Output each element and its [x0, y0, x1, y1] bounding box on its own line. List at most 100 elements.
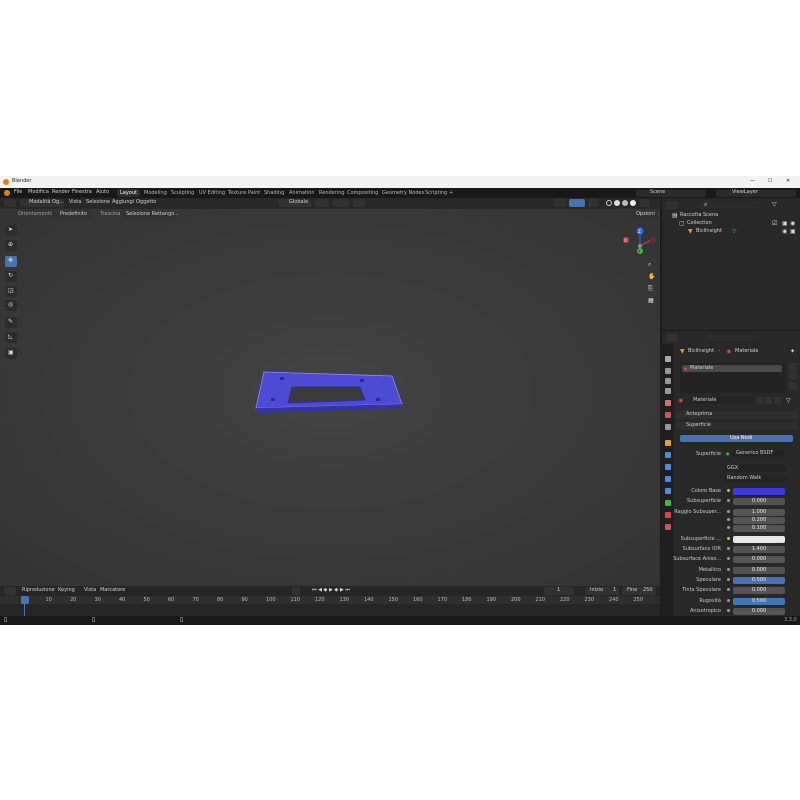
menu-vista-timeline[interactable]: Vista [84, 587, 96, 594]
shading-solid-icon[interactable] [614, 200, 620, 206]
collection-eye-icon[interactable]: ◉ [790, 221, 795, 227]
property-value-field[interactable]: 1.000 [733, 508, 785, 516]
tool-move[interactable]: ✥ [5, 256, 17, 267]
property-value-field[interactable]: 0.000 [733, 586, 785, 594]
properties-search-input[interactable] [706, 334, 754, 341]
physics-tab-icon[interactable] [665, 476, 671, 482]
texture-tab-icon[interactable] [665, 524, 671, 530]
menu-modifica[interactable]: Modifica [28, 189, 49, 196]
property-value-field[interactable]: 0.000 [733, 566, 785, 574]
property-value-field[interactable] [733, 487, 785, 495]
material-filter-icon[interactable]: ▽ [786, 398, 791, 404]
socket-dot-icon[interactable] [727, 609, 730, 612]
tool-add-cube[interactable]: ▣ [5, 348, 17, 359]
collection-checkbox-icon[interactable]: ☑ [772, 221, 777, 227]
menu-render[interactable]: Render [52, 189, 70, 196]
shading-options-button[interactable] [640, 199, 650, 207]
remove-slot-button[interactable] [789, 372, 797, 380]
tool-rotate[interactable]: ↻ [5, 271, 17, 282]
tab-sculpting[interactable]: Sculpting [168, 189, 197, 197]
output-tab-icon[interactable] [665, 378, 671, 384]
property-value-field[interactable]: 0.000 [733, 497, 785, 505]
property-value-field[interactable]: 0.100 [733, 524, 785, 532]
socket-dot-icon[interactable] [727, 489, 730, 492]
socket-dot-icon[interactable] [727, 588, 730, 591]
properties-editor-type[interactable] [666, 334, 678, 342]
camera-icon[interactable]: ⎘ [648, 286, 653, 292]
pin-icon[interactable]: ✦ [790, 349, 795, 355]
tool-transform[interactable]: ◎ [5, 300, 17, 311]
menu-vista[interactable]: Vista [69, 199, 81, 206]
property-value-field[interactable]: 1.400 [733, 545, 785, 553]
slot-specials-button[interactable] [789, 382, 797, 390]
socket-dot-icon[interactable] [727, 599, 730, 602]
menu-keying[interactable]: Keying [58, 587, 75, 594]
filter-icon[interactable]: ▽ [772, 202, 777, 208]
outliner-search-input[interactable] [700, 201, 760, 208]
duplicate-material-button[interactable] [765, 397, 772, 404]
zoom-icon[interactable]: ⌕ [648, 262, 651, 268]
modifier-tab-icon[interactable] [665, 452, 671, 458]
object-tab-icon[interactable] [665, 440, 671, 446]
add-slot-button[interactable] [789, 363, 797, 371]
menu-oggetto[interactable]: Oggetto [136, 199, 156, 206]
tab-shading[interactable]: Shading [261, 189, 287, 197]
editor-type-button[interactable] [4, 199, 16, 207]
snap-toggle[interactable] [333, 199, 349, 207]
timeline-editor-type[interactable] [4, 587, 16, 595]
menu-riproduzione[interactable]: Riproduzione [22, 587, 55, 594]
tool-tab-icon[interactable] [665, 356, 671, 362]
property-value-field[interactable]: 0.500 [733, 576, 785, 584]
menu-aiuto[interactable]: Aiuto [96, 189, 109, 196]
proportional-edit-toggle[interactable] [353, 199, 365, 207]
tool-scale[interactable]: ◲ [5, 286, 17, 297]
scene-collection-label[interactable]: Raccolta Scena [680, 212, 718, 219]
tab-geometry-nodes[interactable]: Geometry Nodes [379, 189, 427, 197]
tab-compositing[interactable]: Compositing [344, 189, 381, 197]
scene-selector[interactable] [636, 190, 706, 197]
minimize-button[interactable]: — [750, 178, 755, 185]
menu-file[interactable]: File [14, 189, 22, 196]
property-value-field[interactable]: 0.000 [733, 607, 785, 615]
record-button[interactable] [292, 587, 300, 595]
menu-aggiungi[interactable]: Aggiungi [112, 199, 134, 206]
world-tab-icon[interactable] [665, 412, 671, 418]
close-button[interactable]: ✕ [786, 178, 790, 185]
socket-dot-icon[interactable] [727, 578, 730, 581]
tab-texture-paint[interactable]: Texture Paint [225, 189, 263, 197]
socket-dot-icon[interactable] [727, 547, 730, 550]
add-workspace-button[interactable]: + [446, 189, 456, 197]
socket-dot-icon[interactable] [727, 568, 730, 571]
socket-dot-icon[interactable] [727, 499, 730, 502]
tab-rendering[interactable]: Rendering [316, 189, 348, 197]
socket-dot-icon[interactable] [727, 518, 730, 521]
tab-uv-editing[interactable]: UV Editing [196, 189, 228, 197]
object-label[interactable]: BiciInsight [696, 228, 722, 235]
tab-modeling[interactable]: Modeling [141, 189, 170, 197]
overlay-toggle[interactable] [588, 199, 598, 207]
view-layer-tab-icon[interactable] [665, 388, 671, 394]
socket-dot-icon[interactable] [727, 557, 730, 560]
tool-measure[interactable]: ◺ [5, 332, 17, 343]
property-value-field[interactable]: 0.200 [733, 516, 785, 524]
tab-layout[interactable]: Layout [117, 189, 140, 197]
pan-hand-icon[interactable]: ✋ [648, 274, 655, 280]
fake-user-button[interactable] [756, 397, 763, 404]
playback-controls[interactable]: ⏮ ◀ ◆ ▶ ◆ ▶ ⏭ [312, 587, 350, 594]
pivot-selector[interactable] [315, 199, 329, 207]
render-tab-icon[interactable] [665, 368, 671, 374]
selected-mesh-object[interactable] [250, 366, 410, 426]
data-tab-icon[interactable] [665, 500, 671, 506]
scene-tab-icon[interactable] [665, 400, 671, 406]
maximize-button[interactable]: ☐ [768, 178, 772, 185]
menu-marcatore[interactable]: Marcatore [100, 587, 125, 594]
visibility-selector[interactable] [554, 199, 566, 207]
shading-rendered-icon[interactable] [630, 200, 636, 206]
playhead[interactable] [21, 596, 29, 604]
blender-menu-icon[interactable] [4, 190, 10, 196]
collection-label[interactable]: Collection [687, 220, 712, 227]
socket-dot-icon[interactable] [727, 510, 730, 513]
tool-cursor[interactable]: ⊕ [5, 240, 17, 251]
constraints-tab-icon[interactable] [665, 488, 671, 494]
material-tab-icon[interactable] [665, 512, 671, 518]
